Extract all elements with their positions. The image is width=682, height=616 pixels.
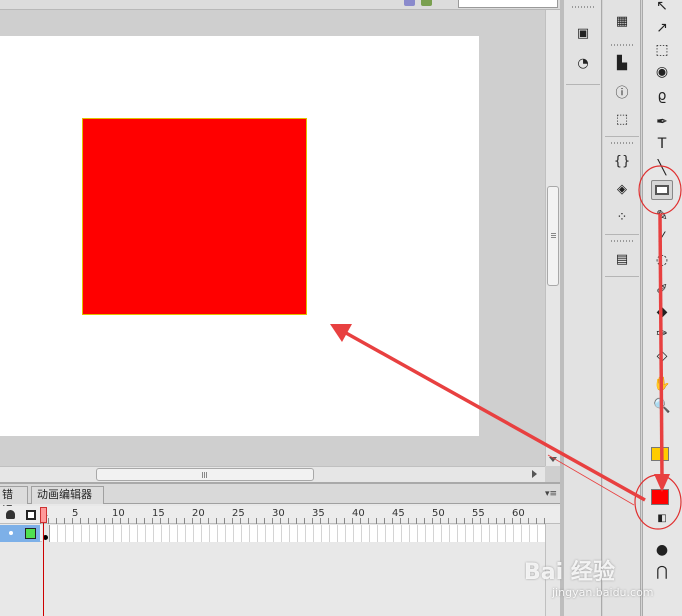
- playhead-line: [43, 523, 44, 616]
- eraser-tool-icon[interactable]: ◇: [651, 346, 673, 366]
- frame-number: 5: [72, 508, 79, 519]
- rectangle-tool-icon[interactable]: [651, 180, 673, 200]
- frame-number: 30: [272, 508, 285, 519]
- code-snippets-icon[interactable]: {}: [613, 152, 631, 170]
- watermark-url: jingyan.baidu.com: [552, 586, 654, 599]
- stage-canvas[interactable]: [0, 36, 479, 436]
- frame-number: 25: [232, 508, 245, 519]
- selection-tool-icon[interactable]: ↖: [651, 0, 673, 16]
- stage-horizontal-scrollbar[interactable]: [0, 466, 545, 482]
- fill-color-swatch[interactable]: [651, 489, 669, 505]
- horizontal-scroll-thumb[interactable]: [96, 468, 314, 481]
- playhead-handle[interactable]: [40, 507, 47, 523]
- line-tool-icon[interactable]: ╲: [651, 158, 673, 178]
- snap-magnet-icon[interactable]: ⋂: [651, 562, 673, 582]
- dock-grip[interactable]: [611, 240, 633, 242]
- flash-workspace: 错误 动画编辑器 ▾≡ 1 5 10 15 20 25 30 35 40 45 …: [0, 0, 682, 616]
- edit-symbol-icon[interactable]: [404, 0, 415, 6]
- vertical-scroll-thumb[interactable]: [547, 186, 559, 286]
- layer-controls[interactable]: [0, 525, 40, 542]
- panel-dock-1: ▣ ◔: [564, 0, 602, 616]
- dock-grip[interactable]: [611, 44, 633, 46]
- folder-icon[interactable]: ▤: [613, 250, 631, 268]
- dock-divider: [566, 84, 600, 85]
- motion-icon[interactable]: ⁘: [613, 208, 631, 226]
- pencil-tool-icon[interactable]: ✎: [651, 206, 673, 226]
- red-rectangle-shape[interactable]: [82, 118, 307, 315]
- 3d-rotation-tool-icon[interactable]: ◉: [651, 62, 673, 82]
- frame-number: 60: [512, 508, 525, 519]
- frame-numbers: 1 5 10 15 20 25 30 35 40 45 50 55 60: [40, 506, 560, 524]
- edit-scene-icon[interactable]: [421, 0, 432, 6]
- dock-grip[interactable]: [572, 6, 594, 8]
- frame-number: 40: [352, 508, 365, 519]
- components-icon[interactable]: ◈: [613, 180, 631, 198]
- frame-number: 55: [472, 508, 485, 519]
- eyedropper-tool-icon[interactable]: ✑: [651, 324, 673, 344]
- deco-tool-icon[interactable]: ◌: [651, 250, 673, 270]
- info-icon[interactable]: ⓘ: [613, 82, 631, 101]
- timeline-tabs: 错误 动画编辑器 ▾≡: [0, 484, 560, 517]
- dock-divider: [605, 234, 639, 235]
- visibility-dot-icon[interactable]: [9, 531, 13, 535]
- lock-icon[interactable]: [6, 510, 15, 519]
- frame-ruler[interactable]: 1 5 10 15 20 25 30 35 40 45 50 55 60: [0, 506, 560, 524]
- library-icon[interactable]: ▣: [574, 24, 592, 42]
- outline-frame-icon[interactable]: [26, 510, 36, 520]
- timeline-panel: 错误 动画编辑器 ▾≡ 1 5 10 15 20 25 30 35 40 45 …: [0, 482, 560, 616]
- dock-divider: [605, 276, 639, 277]
- align-icon[interactable]: ▙: [613, 54, 631, 72]
- edit-bar-icons: [404, 0, 458, 6]
- hand-tool-icon[interactable]: ✋: [651, 374, 673, 394]
- frame-number: 45: [392, 508, 405, 519]
- playhead[interactable]: [40, 504, 47, 616]
- dock-divider: [605, 136, 639, 137]
- transform-icon[interactable]: ⬚: [613, 110, 631, 128]
- motion-presets-icon[interactable]: ◔: [574, 54, 592, 72]
- dock-grip[interactable]: [611, 142, 633, 144]
- lasso-tool-icon[interactable]: ϱ: [651, 86, 673, 106]
- zoom-field[interactable]: [458, 0, 558, 8]
- subselection-tool-icon[interactable]: ↗: [651, 18, 673, 38]
- free-transform-tool-icon[interactable]: ⬚: [651, 40, 673, 60]
- swap-colors-icon[interactable]: ◧: [651, 508, 673, 528]
- paint-bucket-tool-icon[interactable]: ◆: [651, 302, 673, 322]
- frame-number: 10: [112, 508, 125, 519]
- tab-errors[interactable]: 错误: [0, 486, 28, 517]
- scroll-right-arrow-icon[interactable]: [532, 470, 537, 478]
- stage-area: [0, 0, 560, 482]
- object-drawing-icon[interactable]: ●: [651, 540, 673, 560]
- stroke-color-swatch[interactable]: [651, 447, 669, 461]
- frame-number: 50: [432, 508, 445, 519]
- frame-cells[interactable]: [42, 525, 547, 542]
- brush-tool-icon[interactable]: ⁄: [651, 228, 673, 248]
- layer-outline-color-icon[interactable]: [25, 528, 36, 539]
- tab-motion-editor[interactable]: 动画编辑器: [31, 486, 104, 504]
- zoom-tool-icon[interactable]: 🔍: [651, 396, 673, 416]
- layer-row[interactable]: [0, 525, 560, 542]
- frame-number: 35: [312, 508, 325, 519]
- scroll-down-arrow-icon[interactable]: [549, 457, 557, 462]
- pen-tool-icon[interactable]: ✒: [651, 112, 673, 132]
- edit-bar: [0, 0, 560, 10]
- frame-number: 20: [192, 508, 205, 519]
- bone-tool-icon[interactable]: ✐: [651, 280, 673, 300]
- panel-dock-2: ▦ ▙ ⓘ ⬚ {} ◈ ⁘ ▤: [603, 0, 641, 616]
- frame-number: 15: [152, 508, 165, 519]
- swatches-icon[interactable]: ▦: [613, 12, 631, 30]
- baidu-watermark: Bai 经验: [524, 560, 615, 585]
- tools-panel: ↖ ↗ ⬚ ◉ ϱ ✒ T ╲ ✎ ⁄ ◌ ✐ ◆ ✑ ◇ ✋ 🔍 ◧ ● ⋂: [642, 0, 682, 616]
- panel-menu-icon[interactable]: ▾≡: [545, 489, 557, 499]
- stage-vertical-scrollbar[interactable]: [545, 10, 560, 466]
- text-tool-icon[interactable]: T: [651, 134, 673, 154]
